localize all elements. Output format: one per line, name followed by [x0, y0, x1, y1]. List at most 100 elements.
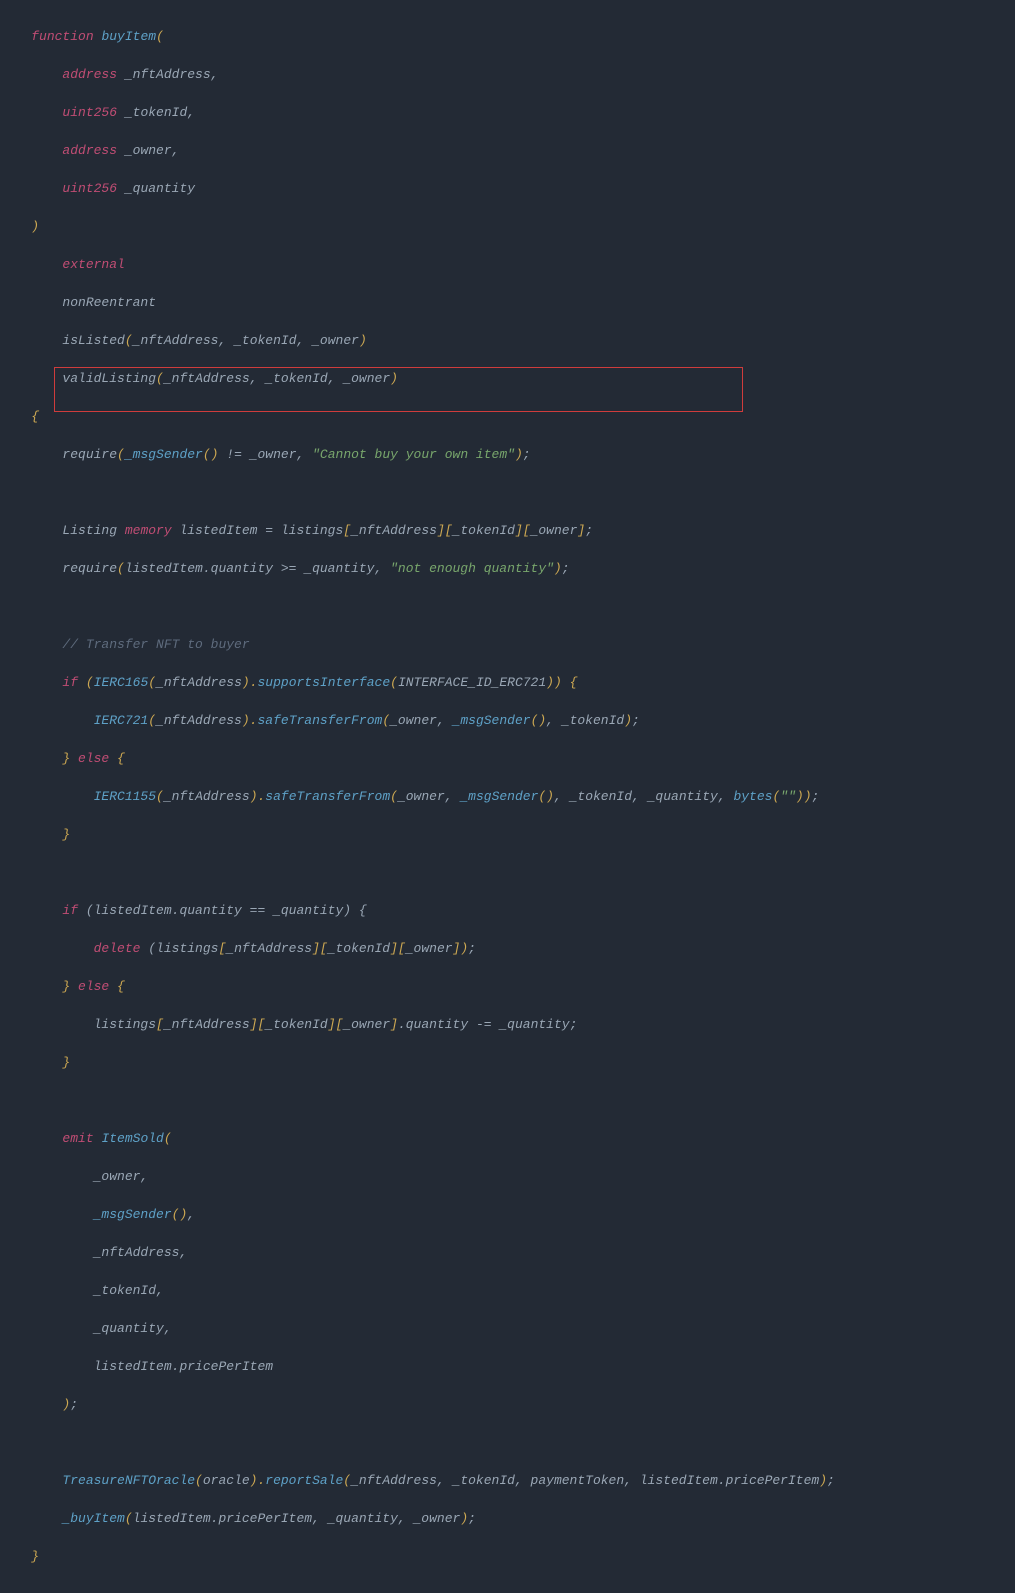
brace: { [109, 979, 125, 994]
bracket: ][ [515, 523, 531, 538]
arg: _tokenId, [94, 1283, 164, 1298]
bracket: [ [218, 941, 226, 956]
string-literal: "not enough quantity" [390, 561, 554, 576]
type-address: address [62, 67, 117, 82]
expr: listedItem.quantity >= _quantity [125, 561, 375, 576]
paren: ( [156, 371, 164, 386]
paren: ( [390, 789, 398, 804]
const-interface-id: INTERFACE_ID_ERC721 [398, 675, 546, 690]
comment: // Transfer NFT to buyer [62, 637, 249, 652]
idx: _tokenId [328, 941, 390, 956]
type-uint256: uint256 [62, 181, 117, 196]
paren: ) [554, 561, 562, 576]
call-msgSender: _msgSender [453, 713, 531, 728]
call-require: require [62, 447, 117, 462]
paren: () [531, 713, 547, 728]
keyword-else: else [78, 979, 109, 994]
brace: { [109, 751, 125, 766]
idx: _tokenId [265, 1017, 327, 1032]
call-reportSale: reportSale [265, 1473, 343, 1488]
brace: } [62, 1055, 70, 1070]
arg: _tokenId [265, 371, 327, 386]
paren: ( [156, 29, 164, 44]
paren: ( [148, 713, 156, 728]
keyword-if: if [62, 675, 78, 690]
paren: ) [460, 1511, 468, 1526]
assign: listedItem = listings [172, 523, 344, 538]
arg: _nftAddress [164, 371, 250, 386]
paren: ) [31, 219, 39, 234]
paren: ). [250, 789, 266, 804]
paren: ( [148, 675, 156, 690]
semicolon: ; [827, 1473, 835, 1488]
paren: ( [117, 447, 125, 462]
arg: _nftAddress [164, 789, 250, 804]
semicolon: ; [562, 561, 570, 576]
keyword-memory: memory [125, 523, 172, 538]
paren: ( [382, 713, 390, 728]
paren: () [172, 1207, 188, 1222]
type-address: address [62, 143, 117, 158]
bracket: ][ [328, 1017, 344, 1032]
type-uint256: uint256 [62, 105, 117, 120]
bracket: [ [156, 1017, 164, 1032]
modifier-isListed: isListed [62, 333, 124, 348]
semicolon: ; [70, 1397, 78, 1412]
paren: () [203, 447, 219, 462]
comma: , [218, 333, 234, 348]
modifier-validListing: validListing [62, 371, 156, 386]
comma: , [437, 713, 453, 728]
brace: } [62, 827, 70, 842]
bracket: ] [390, 1017, 398, 1032]
idx: _nftAddress [164, 1017, 250, 1032]
semicolon: ; [585, 523, 593, 538]
comma: , [297, 333, 313, 348]
semicolon: ; [632, 713, 640, 728]
type-IERC165: IERC165 [94, 675, 149, 690]
arg: _nftAddress [133, 333, 219, 348]
paren: ) [62, 1397, 70, 1412]
comma: , [374, 561, 390, 576]
arg: _nftAddress [156, 713, 242, 728]
paren: ( [117, 561, 125, 576]
bracket: ][ [390, 941, 406, 956]
expr: (listings [140, 941, 218, 956]
comma: , [172, 143, 180, 158]
semicolon: ; [570, 1017, 578, 1032]
idx: _nftAddress [351, 523, 437, 538]
idx: _owner [531, 523, 578, 538]
brace: } [31, 1549, 39, 1564]
idx: _tokenId [453, 523, 515, 538]
type-IERC1155: IERC1155 [94, 789, 156, 804]
string-literal: "Cannot buy your own item" [312, 447, 515, 462]
paren: ( [343, 1473, 351, 1488]
param-owner: _owner [125, 143, 172, 158]
code-block: function buyItem( address _nftAddress, u… [0, 0, 1015, 1593]
type-Listing: Listing [62, 523, 124, 538]
paren: ). [242, 713, 258, 728]
op-neq: != [218, 447, 249, 462]
comma: , [554, 789, 570, 804]
expr: (listedItem.quantity == _quantity) { [78, 903, 367, 918]
arg: _owner [312, 333, 359, 348]
comma: , [187, 105, 195, 120]
paren: ( [164, 1131, 172, 1146]
keyword-emit: emit [62, 1131, 93, 1146]
keyword-delete: delete [94, 941, 141, 956]
paren: ) [359, 333, 367, 348]
bracket: ]) [453, 941, 469, 956]
idx: _owner [406, 941, 453, 956]
paren: ). [242, 675, 258, 690]
arg: listedItem.pricePerItem [94, 1359, 273, 1374]
arg: _owner [390, 713, 437, 728]
param-tokenId: _tokenId [125, 105, 187, 120]
id-owner: _owner [250, 447, 297, 462]
semicolon: ; [468, 1511, 476, 1526]
arg: _owner, [94, 1169, 149, 1184]
call-msgSender: _msgSender [94, 1207, 172, 1222]
arg: _quantity, [94, 1321, 172, 1336]
paren: () [538, 789, 554, 804]
brace: { [31, 409, 39, 424]
keyword-if: if [62, 903, 78, 918]
arg: _quantity [648, 789, 718, 804]
